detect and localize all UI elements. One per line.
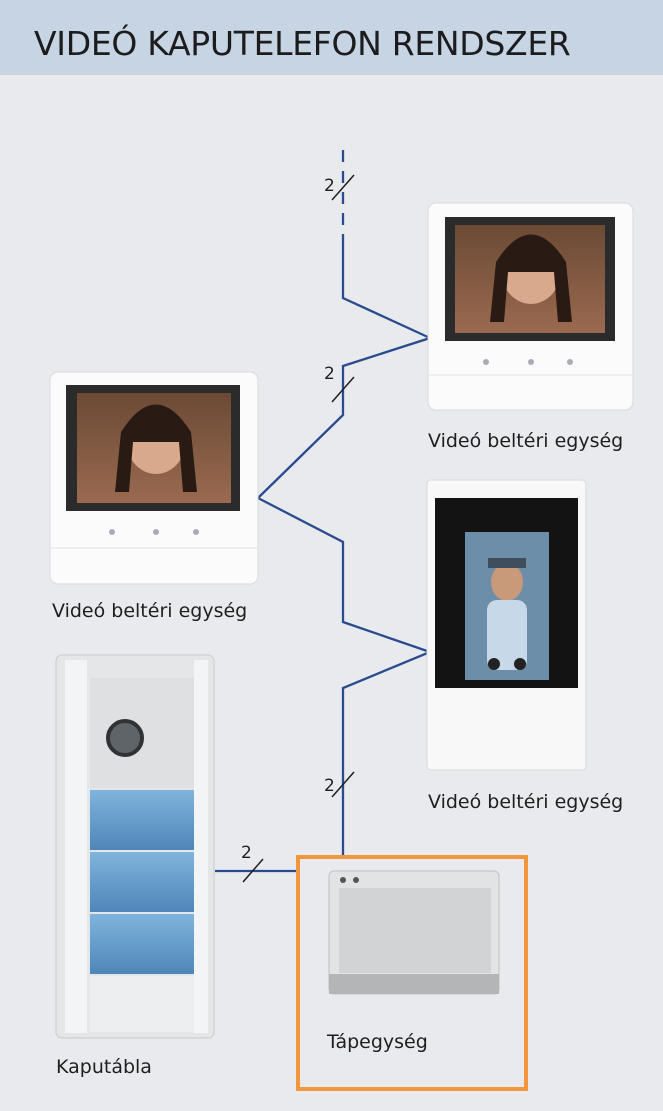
indoor-unit-left [49, 371, 259, 585]
power-supply-highlight-frame [296, 855, 528, 1091]
indoor-unit-top-right [427, 202, 634, 411]
label-indoor-unit-touch: Videó beltéri egység [428, 791, 624, 813]
indoor-unit-touch [426, 479, 587, 771]
label-indoor-unit-left: Videó beltéri egység [52, 600, 248, 622]
wire-count-mid: 2 [324, 364, 335, 384]
label-power-supply: Tápegység [327, 1031, 428, 1053]
entrance-panel [55, 654, 215, 1039]
label-entrance-panel: Kaputábla [56, 1056, 152, 1078]
wire-count-low: 2 [324, 776, 335, 796]
wire-count-panel: 2 [241, 843, 252, 863]
label-indoor-unit-top: Videó beltéri egység [428, 430, 624, 452]
wire-count-top: 2 [324, 176, 335, 196]
